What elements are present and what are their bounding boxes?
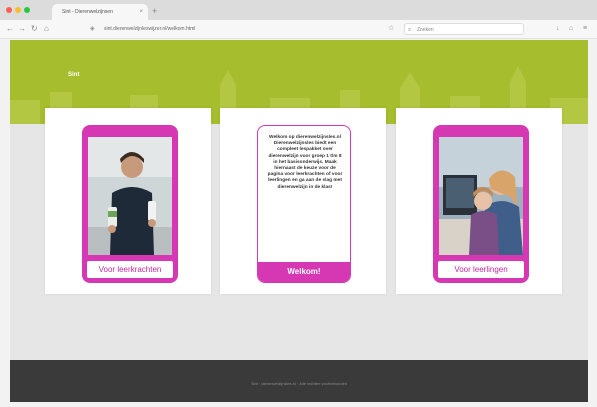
card-welcome: Welkom op dierenwelzijnsles.nl Dierenwel… [220, 108, 386, 294]
welcome-text: Welkom op dierenwelzijnsles.nl Dierenwel… [267, 135, 343, 190]
new-tab-icon[interactable]: + [152, 4, 157, 18]
close-window-button[interactable] [6, 7, 12, 13]
students-button[interactable]: Voor leerlingen [437, 260, 525, 279]
back-icon[interactable]: ← [6, 23, 14, 35]
maximize-window-button[interactable] [24, 7, 30, 13]
teachers-button[interactable]: Voor leerkrachten [86, 260, 174, 279]
bookmark-icon[interactable]: ☆ [388, 23, 394, 35]
teacher-photo [88, 137, 172, 255]
reload-icon[interactable]: ↻ [31, 23, 38, 35]
students-photo [439, 137, 523, 255]
footer: Sint · dierenwelzijnsles.nl · Alle recht… [10, 360, 588, 402]
address-bar[interactable]: sint.dierenwelzijnleswijzer.nl/welkom.ht… [104, 23, 384, 35]
footer-text: Sint · dierenwelzijnsles.nl · Alle recht… [250, 381, 348, 386]
browser-nav-bar: ← → ↻ ⌂ ◈ sint.dierenwelzijnleswijzer.nl… [0, 20, 597, 39]
forward-icon[interactable]: → [18, 23, 26, 35]
browser-tab-bar: Sint - Dierenwelzijnsen × + [0, 0, 597, 20]
search-input[interactable]: ⌕ Zoeken [404, 23, 524, 35]
search-placeholder: Zoeken [417, 27, 434, 33]
shield-icon[interactable]: ◈ [90, 23, 95, 35]
download-icon[interactable]: ↓ [556, 23, 560, 35]
search-icon: ⌕ [408, 27, 412, 33]
teachers-frame: Voor leerkrachten [82, 125, 178, 283]
welcome-box: Welkom op dierenwelzijnsles.nl Dierenwel… [257, 125, 351, 283]
home-icon[interactable]: ⌂ [44, 23, 49, 35]
tab-close-icon[interactable]: × [139, 4, 143, 20]
welcome-button[interactable]: Welkom! [258, 262, 350, 282]
hero-title: Sint [68, 72, 80, 78]
menu-icon[interactable]: ≡ [583, 23, 587, 35]
home-toolbar-icon[interactable]: ⌂ [569, 23, 573, 35]
browser-tab[interactable]: Sint - Dierenwelzijnsen × [52, 4, 148, 20]
minimize-window-button[interactable] [15, 7, 21, 13]
tab-title: Sint - Dierenwelzijnsen [62, 9, 113, 15]
students-frame: Voor leerlingen [433, 125, 529, 283]
card-teachers[interactable]: Voor leerkrachten [45, 108, 211, 294]
card-students[interactable]: Voor leerlingen [396, 108, 562, 294]
